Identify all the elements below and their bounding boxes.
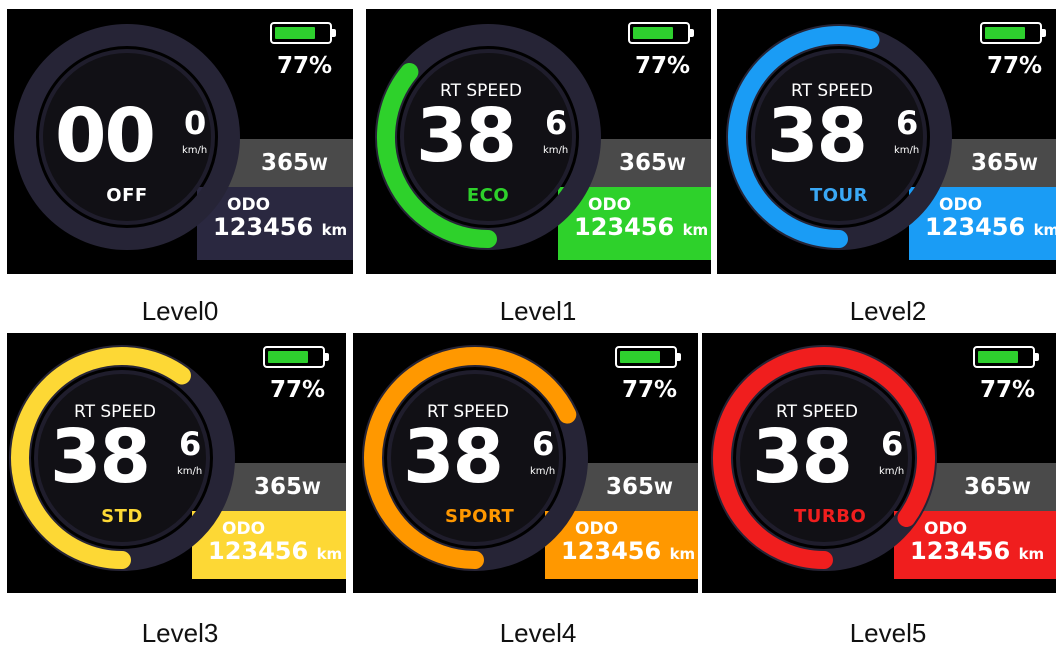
power-unit: W: [1019, 155, 1038, 175]
odo-value: 123456: [213, 213, 314, 241]
odo-unit: km: [1018, 545, 1045, 563]
odo-label: ODO: [227, 195, 271, 215]
speed-integer: 38: [752, 414, 853, 500]
speed-unit: km/h: [543, 145, 569, 156]
speed-unit: km/h: [530, 466, 556, 477]
power-readout: 365W: [971, 150, 1038, 176]
battery-percent: 77%: [987, 53, 1043, 79]
power-value: 365: [261, 150, 310, 176]
power-unit: W: [654, 479, 673, 499]
odo-readout: 123456 km: [910, 537, 1044, 565]
odo-value: 123456: [910, 537, 1011, 565]
speed-decimal: 6: [881, 425, 904, 463]
power-unit: W: [1012, 479, 1031, 499]
odo-readout: 123456 km: [213, 213, 347, 241]
power-value: 365: [254, 474, 303, 500]
speed-integer: 38: [416, 93, 517, 179]
display-panel-level0: 77% 00 0 km/h OFF 365W ODO 123456 km: [7, 9, 353, 274]
power-value: 365: [964, 474, 1013, 500]
odo-label: ODO: [924, 519, 968, 539]
battery-icon: [263, 346, 329, 368]
power-readout: 365W: [254, 474, 321, 500]
odo-label: ODO: [939, 195, 983, 215]
power-readout: 365W: [606, 474, 673, 500]
odo-value: 123456: [561, 537, 662, 565]
level-caption: Level2: [849, 296, 927, 326]
battery-percent: 77%: [277, 53, 333, 79]
odo-value: 123456: [208, 537, 309, 565]
level-caption: Level4: [499, 618, 577, 648]
speed-integer: 00: [55, 93, 156, 179]
odo-readout: 123456 km: [561, 537, 695, 565]
assist-mode-label: TOUR: [809, 185, 869, 206]
battery-icon: [973, 346, 1039, 368]
power-unit: W: [302, 479, 321, 499]
level-caption: Level5: [849, 618, 927, 648]
level-caption: Level0: [141, 296, 219, 326]
odo-unit: km: [1033, 221, 1056, 239]
speed-decimal: 6: [545, 104, 568, 142]
assist-mode-label: ECO: [466, 185, 510, 206]
power-unit: W: [667, 155, 686, 175]
display-panel-level4: 77% RT SPEED 38 6 km/h SPORT 365W ODO 123456 km: [353, 333, 698, 593]
power-readout: 365W: [964, 474, 1031, 500]
odo-label: ODO: [222, 519, 266, 539]
power-unit: W: [309, 155, 328, 175]
display-panel-level2: 77% RT SPEED 38 6 km/h TOUR 365W ODO 123456 km: [717, 9, 1056, 274]
speed-unit: km/h: [182, 145, 208, 156]
speed-integer: 38: [403, 414, 504, 500]
battery-icon: [270, 22, 336, 44]
display-panel-level1: 77% RT SPEED 38 6 km/h ECO 365W ODO 123456 km: [366, 9, 711, 274]
speed-integer: 38: [50, 414, 151, 500]
battery-icon: [628, 22, 694, 44]
battery-percent: 77%: [980, 377, 1036, 403]
battery-percent: 77%: [270, 377, 326, 403]
speed-unit: km/h: [894, 145, 920, 156]
odo-label: ODO: [575, 519, 619, 539]
speed-unit: km/h: [177, 466, 203, 477]
speed-unit: km/h: [879, 466, 905, 477]
odo-readout: 123456 km: [925, 213, 1056, 241]
assist-mode-label: STD: [101, 506, 143, 527]
battery-percent: 77%: [622, 377, 678, 403]
assist-mode-label: TURBO: [794, 506, 867, 527]
power-value: 365: [606, 474, 655, 500]
speed-decimal: 6: [896, 104, 919, 142]
battery-icon: [980, 22, 1046, 44]
power-value: 365: [619, 150, 668, 176]
odo-value: 123456: [574, 213, 675, 241]
odo-unit: km: [316, 545, 343, 563]
speed-decimal: 6: [532, 425, 555, 463]
level-caption: Level3: [141, 618, 219, 648]
level-caption: Level1: [499, 296, 577, 326]
display-panel-level5: 77% RT SPEED 38 6 km/h TURBO 365W ODO 123456 km: [702, 333, 1056, 593]
odo-value: 123456: [925, 213, 1026, 241]
battery-percent: 77%: [635, 53, 691, 79]
odo-readout: 123456 km: [574, 213, 708, 241]
power-readout: 365W: [261, 150, 328, 176]
odo-unit: km: [669, 545, 696, 563]
odo-unit: km: [682, 221, 709, 239]
speed-decimal: 6: [179, 425, 202, 463]
battery-icon: [615, 346, 681, 368]
odo-label: ODO: [588, 195, 632, 215]
assist-mode-label: OFF: [106, 185, 148, 206]
assist-mode-label: SPORT: [445, 506, 515, 527]
speed-integer: 38: [767, 93, 868, 179]
power-readout: 365W: [619, 150, 686, 176]
power-value: 365: [971, 150, 1020, 176]
odo-unit: km: [321, 221, 348, 239]
speed-decimal: 0: [184, 104, 207, 142]
display-panel-level3: 77% RT SPEED 38 6 km/h STD 365W ODO 123456 km: [7, 333, 346, 593]
odo-readout: 123456 km: [208, 537, 342, 565]
